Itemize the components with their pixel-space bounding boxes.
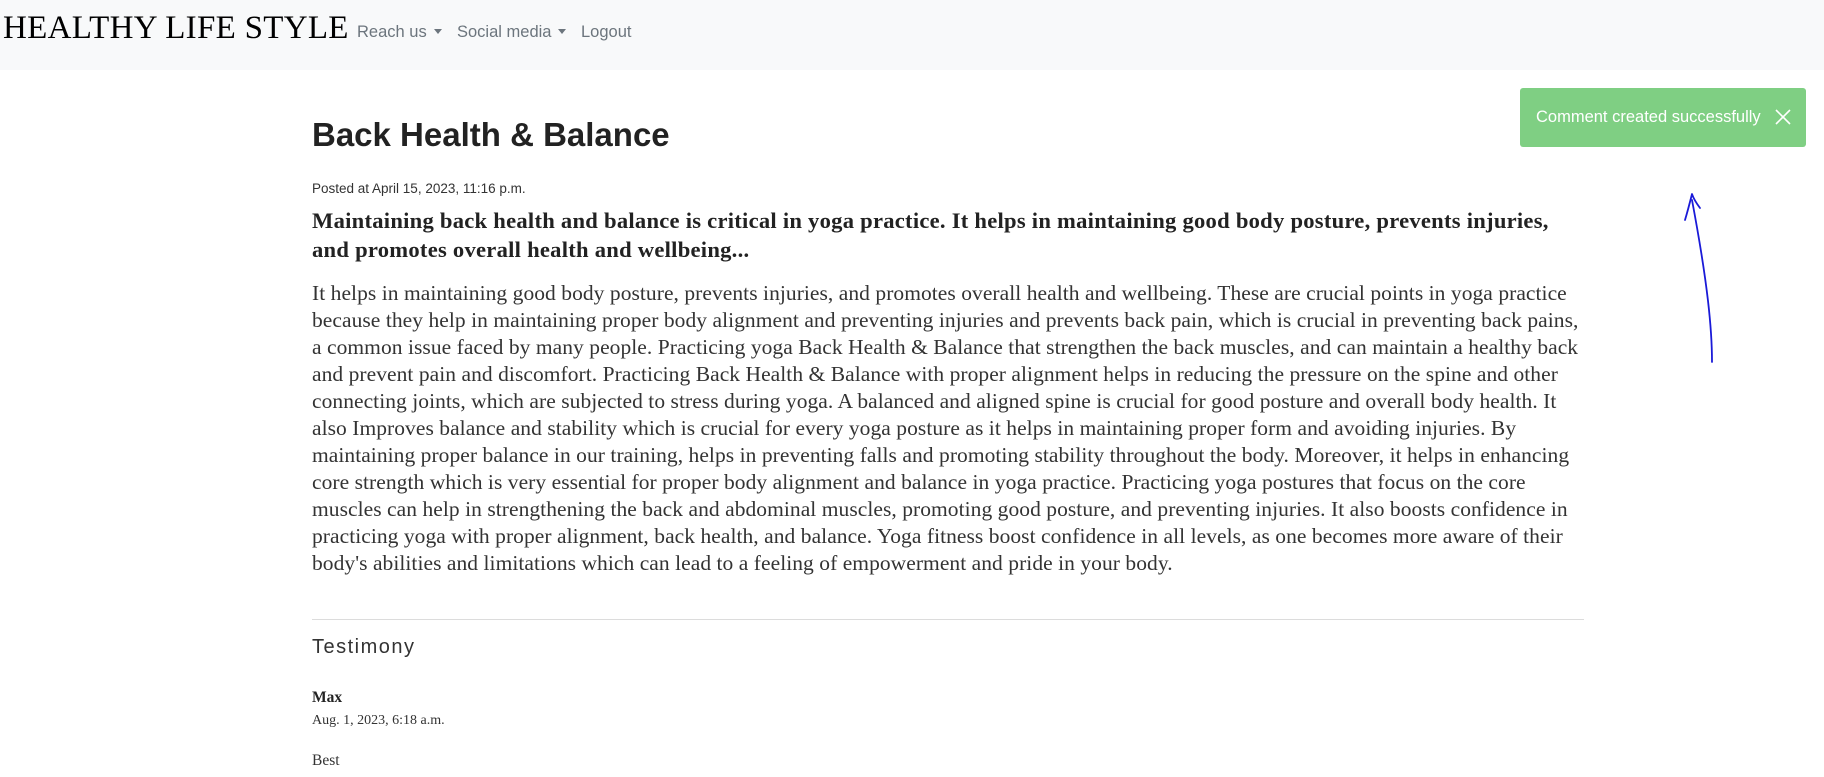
nav-social-media-dropdown[interactable]: Social media bbox=[457, 23, 567, 42]
comment-date: Aug. 1, 2023, 6:18 a.m. bbox=[312, 713, 445, 728]
post-lead: Maintaining back health and balance is c… bbox=[312, 208, 1549, 262]
comment-author: Max bbox=[312, 689, 343, 706]
toast-message: Comment created successfully bbox=[1536, 108, 1761, 126]
nav-logout-link[interactable]: Logout bbox=[581, 23, 631, 42]
brand-logo-text[interactable]: HEALTHY LIFE STYLE bbox=[3, 10, 349, 47]
success-toast: Comment created successfully bbox=[1520, 88, 1806, 147]
nav-reach-us-label: Reach us bbox=[357, 23, 427, 41]
top-navbar: HEALTHY LIFE STYLE Reach us Social media… bbox=[0, 0, 1824, 70]
caret-down-icon bbox=[558, 29, 567, 34]
divider bbox=[312, 619, 1584, 620]
hand-drawn-arrow-up-icon bbox=[1680, 190, 1720, 375]
testimony-heading: Testimony bbox=[312, 636, 416, 658]
comment-text: Best bbox=[312, 752, 340, 769]
post-title: Back Health & Balance bbox=[312, 116, 670, 153]
post-body: It helps in maintaining good body postur… bbox=[312, 281, 1579, 575]
nav-social-media-label: Social media bbox=[457, 23, 552, 41]
caret-down-icon bbox=[433, 29, 442, 34]
close-icon[interactable] bbox=[1772, 106, 1794, 128]
nav-reach-us-dropdown[interactable]: Reach us bbox=[357, 23, 442, 42]
post-timestamp: Posted at April 15, 2023, 11:16 p.m. bbox=[312, 181, 526, 196]
